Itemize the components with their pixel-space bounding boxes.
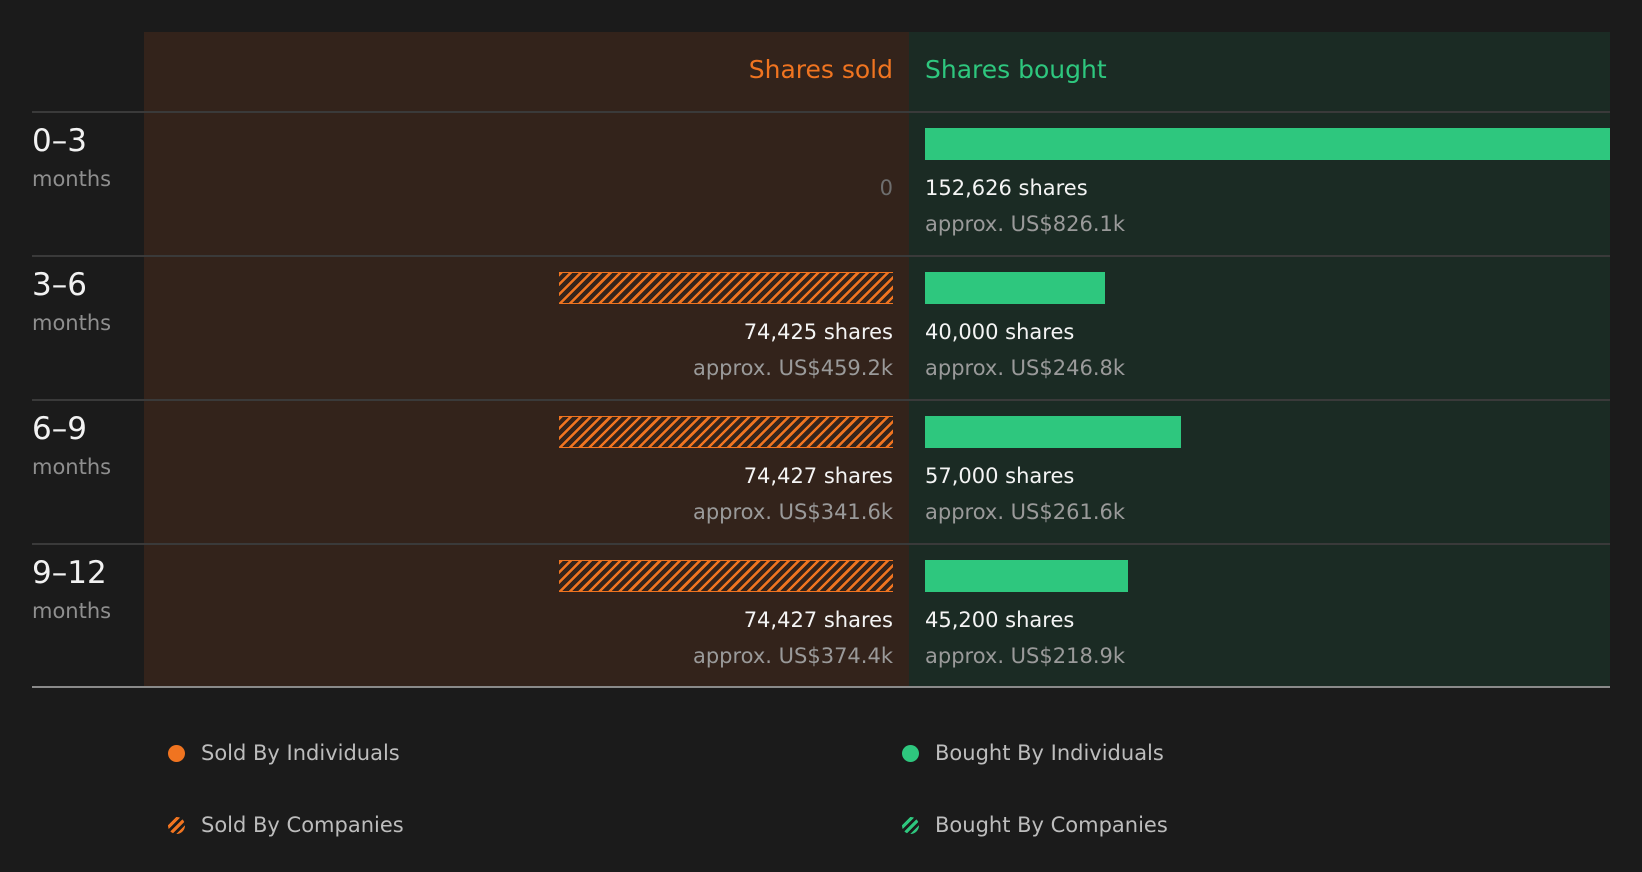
period-unit: months [32,311,112,335]
sold-companies-swatch-icon [168,816,185,834]
sold-shares-value: 74,427 shares [743,608,893,632]
row-divider [32,399,1610,401]
bought-bar [925,272,1105,304]
period-label: 3–6 months [32,266,111,338]
legend-sold-individuals: Sold By Individuals [168,741,400,765]
sold-approx-value: approx. US$341.6k [692,500,893,524]
legend-label: Bought By Individuals [935,741,1164,765]
sold-shares-value: 74,427 shares [743,464,893,488]
bought-approx-value: approx. US$246.8k [925,356,1126,380]
sold-approx-value: approx. US$459.2k [692,356,893,380]
bought-shares-value: 152,626 shares [925,176,1088,200]
bought-approx-value: approx. US$261.6k [925,500,1126,524]
period-range: 0–3 [32,123,87,159]
sold-bar [559,560,893,592]
period-label: 6–9 months [32,410,111,482]
sold-shares-value: 0 [879,176,893,200]
legend-label: Bought By Companies [935,813,1168,837]
period-unit: months [32,455,112,479]
bought-approx-value: approx. US$218.9k [925,644,1126,668]
bought-shares-value: 57,000 shares [925,464,1075,488]
period-range: 9–12 [32,555,107,591]
bought-shares-value: 40,000 shares [925,320,1075,344]
legend-label: Sold By Companies [201,813,404,837]
legend-label: Sold By Individuals [201,741,400,765]
bought-bar [925,416,1181,448]
sold-shares-value: 74,425 shares [743,320,893,344]
sold-approx-value: approx. US$374.4k [692,644,893,668]
period-range: 6–9 [32,411,87,447]
period-unit: months [32,599,112,623]
bought-bar [925,128,1610,160]
sold-bar [559,416,893,448]
shares-bought-header: Shares bought [925,55,1107,84]
period-label: 9–12 months [32,554,111,626]
bought-approx-value: approx. US$826.1k [925,212,1126,236]
legend-bought-companies: Bought By Companies [902,813,1168,837]
period-range: 3–6 [32,267,87,303]
row-divider [32,543,1610,545]
chart-baseline [32,686,1610,688]
bought-bar [925,560,1128,592]
period-label: 0–3 months [32,122,111,194]
row-divider [32,255,1610,257]
bought-individuals-swatch-icon [902,744,919,762]
period-unit: months [32,167,112,191]
bought-shares-value: 45,200 shares [925,608,1075,632]
sold-bar [559,272,893,304]
row-divider [32,111,1610,113]
legend-sold-companies: Sold By Companies [168,813,404,837]
legend-bought-individuals: Bought By Individuals [902,741,1164,765]
shares-sold-header: Shares sold [748,55,893,84]
sold-individuals-swatch-icon [168,744,185,762]
bought-companies-swatch-icon [902,816,919,834]
